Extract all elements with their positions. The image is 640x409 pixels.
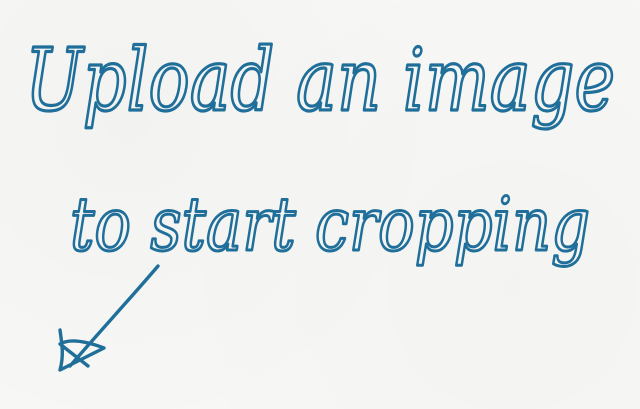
upload-hint-line-1: Upload an image [23,29,616,132]
upload-drop-area[interactable]: Upload an image to start cropping [0,0,640,409]
upload-hint-line-2-text: to start cropping [70,182,590,268]
upload-hint-line-1-text: Upload an image [25,31,615,131]
arrow-down-left-icon [58,264,160,372]
